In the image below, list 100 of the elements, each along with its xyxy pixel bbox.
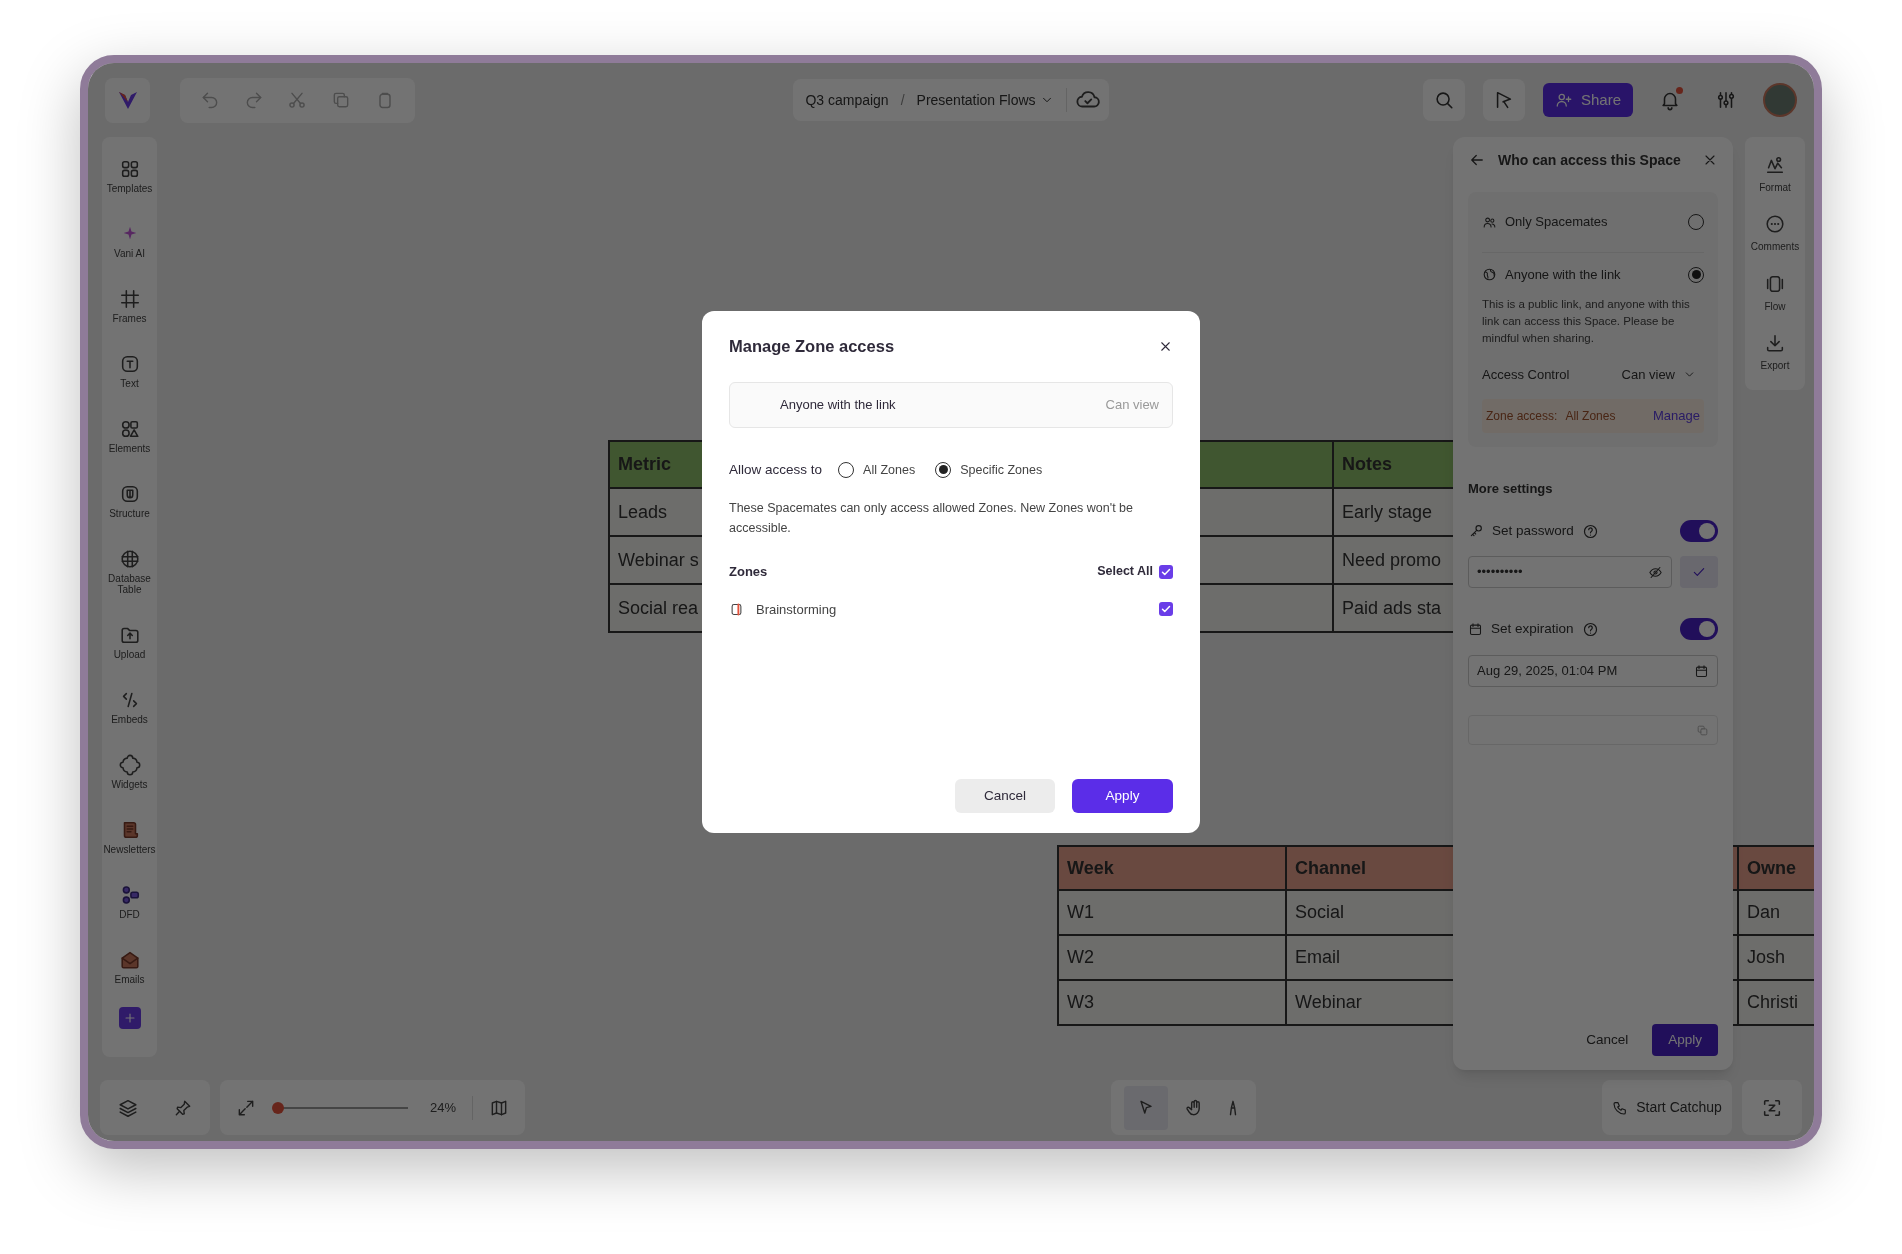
column-header: Week [1067, 857, 1114, 878]
phone-icon [1612, 1099, 1629, 1116]
table-cell: Paid ads sta [1342, 597, 1442, 618]
puzzle-icon [118, 753, 141, 776]
sidebar-item[interactable]: Embeds [102, 674, 157, 739]
help-icon [1581, 620, 1599, 638]
scan-button[interactable] [1742, 1080, 1802, 1135]
link-field[interactable] [1468, 715, 1718, 745]
eye-off-icon [1648, 564, 1663, 580]
password-field[interactable]: •••••••••• [1468, 556, 1672, 588]
sidebar-item[interactable]: Elements [102, 403, 157, 468]
table-cell: W1 [1067, 902, 1094, 922]
sidebar-item[interactable]: Vani AI [102, 208, 157, 273]
table-cell: Webinar s [618, 549, 699, 570]
zone-access-value: All Zones [1565, 407, 1617, 425]
zone-icon [729, 601, 744, 617]
table-cell: Early stage [1342, 501, 1433, 522]
zoom-level: 24% [430, 1098, 456, 1117]
access-option[interactable]: Anyone with the link [1482, 252, 1704, 296]
zone-access-label: Zone access: [1486, 407, 1558, 425]
dialog-description: These Spacemates can only access allowed Zones. New Zones won't be accessible. [729, 500, 1134, 537]
frame-icon [118, 287, 141, 310]
table-cell: Social rea [618, 597, 699, 618]
checkbox[interactable] [1159, 602, 1173, 617]
access-type: Anyone with the link [780, 396, 897, 414]
user-plus-icon [1554, 91, 1573, 109]
column-header: Channel [1295, 857, 1366, 878]
column-header: Owne [1747, 857, 1796, 878]
permission-dropdown[interactable]: Can view [1613, 361, 1704, 389]
table-cell: Social [1295, 902, 1345, 922]
zone-option[interactable]: All Zones [838, 460, 916, 480]
sliders-icon [1715, 89, 1737, 111]
toolbar-item[interactable]: Export [1745, 322, 1805, 382]
sidebar-item[interactable]: Structure [102, 468, 157, 533]
sidebar-item[interactable]: Widgets [102, 739, 157, 804]
table-cell: Christi [1747, 992, 1798, 1012]
expiration-toggle[interactable] [1680, 618, 1718, 640]
sidebar-item[interactable]: Frames [102, 273, 157, 338]
option-description: This is a public link, and anyone with this link can access this Space. Please be mindful when sharing. [1482, 297, 1691, 346]
share-button[interactable]: Share [1542, 83, 1633, 117]
sidebar-item[interactable]: Text [102, 338, 157, 403]
breadcrumb-separator: / [899, 90, 906, 110]
catchup-button[interactable]: Start Catchup [1602, 1080, 1732, 1135]
logo-button[interactable] [105, 77, 150, 123]
people-icon [1482, 214, 1497, 230]
panel-title: Who can access this Space [1498, 150, 1682, 170]
toolbar-item[interactable]: Format [1745, 145, 1805, 205]
breadcrumb-link[interactable]: Q3 campaign [805, 89, 889, 111]
access-option[interactable]: Only Spacemates [1482, 200, 1704, 244]
table-cell: Leads [618, 501, 668, 522]
sidebar-item[interactable]: Templates [102, 143, 157, 208]
table-cell: Webinar [1295, 992, 1362, 1012]
dialog-title: Manage Zone access [729, 336, 895, 357]
apply-button[interactable]: Apply [1072, 779, 1173, 813]
sidebar-item[interactable]: Newsletters [102, 804, 157, 869]
copy-icon [1696, 723, 1709, 737]
access-permission: Can view [1105, 396, 1159, 414]
help-icon [1581, 522, 1599, 540]
apply-button[interactable]: Apply [1652, 1024, 1718, 1056]
manage-link[interactable]: Manage [1653, 405, 1700, 426]
table-cell: Email [1295, 947, 1340, 967]
toolbar-item[interactable]: Flow [1745, 263, 1805, 323]
checkbox[interactable] [1159, 564, 1173, 579]
cancel-button[interactable]: Cancel [955, 779, 1055, 813]
zone-row[interactable]: Brainstorming [729, 599, 1173, 619]
calendar-icon [1694, 663, 1709, 679]
table-cell: Need promo [1342, 549, 1442, 570]
select-tool[interactable] [1123, 1085, 1168, 1130]
section-heading: More settings [1468, 479, 1554, 498]
column-header: Notes [1342, 454, 1392, 474]
column-header: Metric [618, 454, 671, 474]
key-icon [1468, 523, 1484, 539]
calendar-icon [1468, 621, 1483, 637]
add-button[interactable] [118, 1007, 141, 1029]
avatar[interactable] [1763, 83, 1797, 117]
table-cell: Dan [1747, 902, 1781, 922]
cancel-button[interactable]: Cancel [1578, 1024, 1637, 1056]
sidebar-item[interactable]: Emails [102, 934, 157, 999]
password-toggle[interactable] [1680, 520, 1718, 542]
table-icon [118, 547, 141, 570]
zones-heading: Zones [729, 563, 768, 581]
search-button[interactable] [1422, 79, 1465, 121]
sidebar-item[interactable]: DFD [102, 869, 157, 934]
allow-label: Allow access to [729, 460, 823, 479]
setting-label: Set password [1492, 521, 1574, 540]
globe-icon [1482, 267, 1497, 282]
access-control-label: Access Control [1482, 366, 1570, 384]
select-all[interactable]: Select All [1097, 562, 1173, 582]
zoom-slider-thumb[interactable] [272, 1101, 284, 1114]
toolbar-item[interactable]: Comments [1745, 204, 1805, 264]
setting-label: Set expiration [1491, 619, 1574, 638]
sidebar-item[interactable]: Database Table [102, 533, 157, 609]
sidebar-item[interactable]: Upload [102, 609, 157, 674]
breadcrumb-dropdown[interactable]: Presentation Flows [916, 89, 1054, 111]
date-field[interactable]: Aug 29, 2025, 01:04 PM [1468, 655, 1718, 687]
table-cell: Josh [1747, 947, 1786, 967]
zone-option[interactable]: Specific Zones [935, 460, 1043, 480]
scissors-icon [287, 90, 308, 110]
present-button[interactable] [1482, 79, 1525, 121]
table-cell: W2 [1067, 947, 1094, 967]
